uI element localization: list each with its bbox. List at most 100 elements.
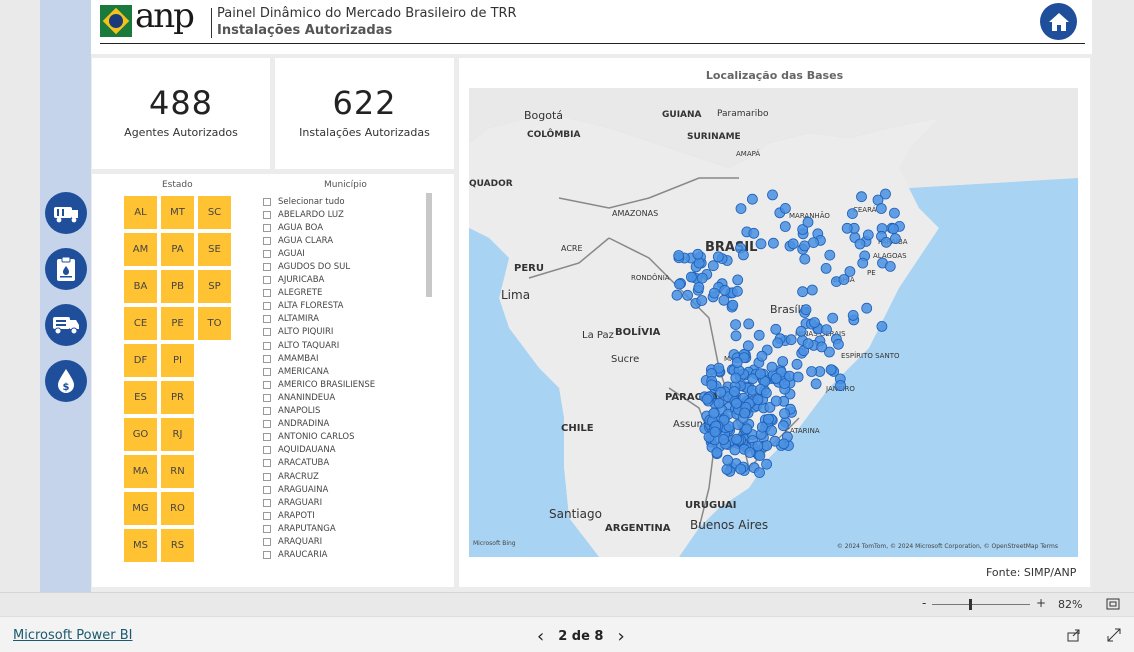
estado-tile-pa[interactable]: PA bbox=[161, 233, 194, 266]
municipio-item[interactable]: ABELARDO LUZ bbox=[263, 208, 423, 221]
location-point[interactable] bbox=[821, 324, 832, 336]
location-point[interactable] bbox=[754, 368, 766, 380]
estado-tile-df[interactable]: DF bbox=[124, 344, 157, 377]
location-point[interactable] bbox=[718, 434, 730, 445]
estado-tile-pi[interactable]: PI bbox=[161, 344, 194, 377]
municipio-item[interactable]: AJURICABA bbox=[263, 274, 423, 287]
location-point[interactable] bbox=[731, 285, 743, 297]
location-point[interactable] bbox=[827, 312, 839, 324]
nav-button-clipboard[interactable] bbox=[45, 248, 87, 290]
checkbox[interactable] bbox=[263, 341, 271, 350]
municipio-item[interactable]: ARAUCARIA bbox=[263, 549, 423, 562]
checkbox[interactable] bbox=[263, 302, 271, 311]
fit-to-page-icon[interactable] bbox=[1106, 598, 1120, 610]
location-point[interactable] bbox=[779, 221, 791, 232]
location-point[interactable] bbox=[673, 250, 685, 261]
location-point[interactable] bbox=[876, 320, 888, 332]
location-point[interactable] bbox=[777, 356, 789, 367]
municipio-item[interactable]: AMERICANA bbox=[263, 365, 423, 378]
municipio-item[interactable]: AGUA CLARA bbox=[263, 234, 423, 247]
location-point[interactable] bbox=[800, 304, 812, 316]
location-point[interactable] bbox=[756, 421, 768, 433]
map-visual[interactable]: Bogotá GUIANA Paramaribo COLÔMBIA SURINAME AM… bbox=[469, 88, 1078, 557]
location-point[interactable] bbox=[713, 397, 725, 409]
location-point[interactable] bbox=[696, 272, 708, 284]
location-point[interactable] bbox=[742, 340, 754, 352]
municipio-item[interactable]: ARAPOTI bbox=[263, 509, 423, 522]
location-point[interactable] bbox=[785, 334, 797, 346]
estado-tile-ma[interactable]: MA bbox=[124, 455, 157, 488]
checkbox[interactable] bbox=[263, 197, 271, 206]
checkbox[interactable] bbox=[263, 433, 271, 442]
zoom-slider[interactable] bbox=[932, 604, 1030, 605]
municipio-item[interactable]: Selecionar tudo bbox=[263, 195, 423, 208]
checkbox[interactable] bbox=[263, 446, 271, 455]
location-point[interactable] bbox=[835, 380, 846, 391]
estado-tile-pr[interactable]: PR bbox=[161, 381, 194, 414]
home-button[interactable] bbox=[1040, 3, 1077, 40]
share-icon[interactable] bbox=[1066, 627, 1082, 643]
location-point[interactable] bbox=[787, 238, 799, 250]
checkbox[interactable] bbox=[263, 249, 271, 258]
location-point[interactable] bbox=[779, 203, 791, 214]
location-point[interactable] bbox=[841, 222, 853, 234]
estado-tile-al[interactable]: AL bbox=[124, 196, 157, 229]
location-point[interactable] bbox=[719, 284, 731, 296]
location-point[interactable] bbox=[756, 350, 768, 362]
location-point[interactable] bbox=[770, 372, 782, 384]
location-point[interactable] bbox=[884, 260, 896, 272]
checkbox[interactable] bbox=[263, 551, 271, 560]
location-point[interactable] bbox=[832, 338, 844, 350]
estado-tile-mg[interactable]: MG bbox=[124, 492, 157, 525]
location-point[interactable] bbox=[816, 341, 828, 353]
location-point[interactable] bbox=[778, 438, 790, 450]
fullscreen-icon[interactable] bbox=[1106, 627, 1122, 643]
location-point[interactable] bbox=[825, 364, 837, 376]
checkbox[interactable] bbox=[263, 393, 271, 402]
location-point[interactable] bbox=[693, 282, 705, 293]
municipio-item[interactable]: ALTAMIRA bbox=[263, 313, 423, 326]
location-point[interactable] bbox=[767, 237, 779, 249]
location-point[interactable] bbox=[701, 393, 713, 405]
municipio-item[interactable]: ANAPOLIS bbox=[263, 405, 423, 418]
checkbox[interactable] bbox=[263, 537, 271, 546]
location-point[interactable] bbox=[802, 338, 814, 350]
municipio-item[interactable]: ANTONIO CARLOS bbox=[263, 431, 423, 444]
location-point[interactable] bbox=[820, 262, 832, 274]
location-point[interactable] bbox=[754, 450, 766, 462]
checkbox[interactable] bbox=[263, 236, 271, 245]
location-point[interactable] bbox=[752, 440, 764, 452]
location-point[interactable] bbox=[791, 358, 803, 370]
location-point[interactable] bbox=[857, 257, 869, 269]
prev-page-button[interactable]: ‹ bbox=[537, 626, 544, 647]
municipio-item[interactable]: ALTO TAQUARI bbox=[263, 339, 423, 352]
municipio-item[interactable]: ALTO PIQUIRI bbox=[263, 326, 423, 339]
powerbi-link[interactable]: Microsoft Power BI bbox=[13, 628, 132, 643]
location-point[interactable] bbox=[761, 458, 773, 470]
checkbox[interactable] bbox=[263, 328, 271, 337]
location-point[interactable] bbox=[731, 433, 743, 445]
checkbox[interactable] bbox=[263, 498, 271, 507]
location-point[interactable] bbox=[808, 237, 819, 249]
location-point[interactable] bbox=[766, 361, 778, 373]
checkbox[interactable] bbox=[263, 276, 271, 285]
location-point[interactable] bbox=[744, 447, 756, 458]
location-point[interactable] bbox=[674, 278, 685, 290]
location-point[interactable] bbox=[737, 249, 749, 261]
location-point[interactable] bbox=[846, 208, 858, 219]
location-point[interactable] bbox=[711, 447, 723, 459]
zoom-slider-thumb[interactable] bbox=[969, 599, 972, 610]
location-point[interactable] bbox=[730, 330, 742, 342]
location-point[interactable] bbox=[766, 425, 778, 437]
estado-tile-am[interactable]: AM bbox=[124, 233, 157, 266]
location-point[interactable] bbox=[754, 467, 765, 479]
location-point[interactable] bbox=[755, 238, 767, 250]
location-point[interactable] bbox=[743, 318, 755, 330]
municipio-item[interactable]: ARAQUARI bbox=[263, 535, 423, 548]
municipio-item[interactable]: ARAPUTANGA bbox=[263, 522, 423, 535]
municipio-item[interactable]: ARACATUBA bbox=[263, 457, 423, 470]
estado-tile-pb[interactable]: PB bbox=[161, 270, 194, 303]
location-point[interactable] bbox=[727, 299, 739, 311]
location-point[interactable] bbox=[712, 251, 724, 263]
location-point[interactable] bbox=[861, 302, 873, 314]
